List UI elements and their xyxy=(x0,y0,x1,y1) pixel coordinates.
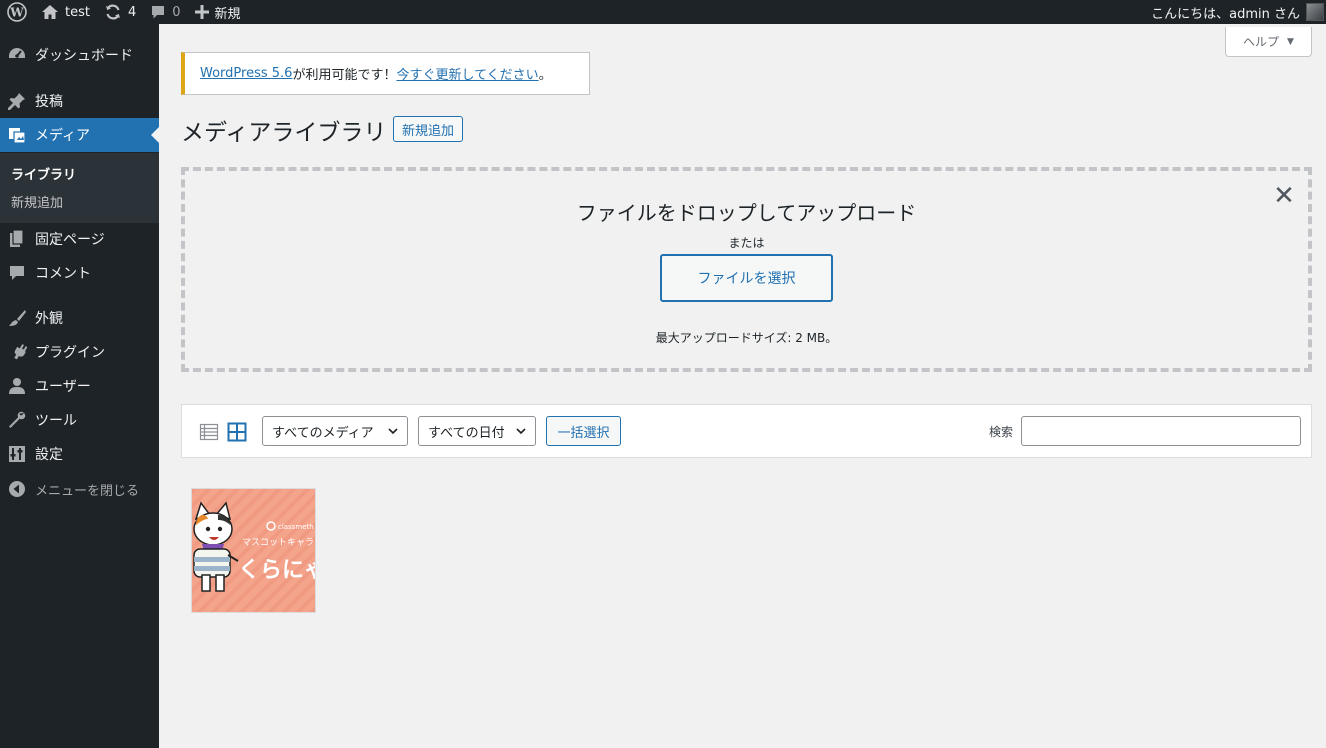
new-label: 新規 xyxy=(214,6,241,22)
user-icon xyxy=(7,376,27,396)
list-view-icon[interactable] xyxy=(199,422,219,442)
attachment-thumbnail[interactable]: classmeth マスコットキャラ くらにゃ xyxy=(191,488,316,613)
collapse-menu-button[interactable]: メニューを閉じる xyxy=(0,472,159,506)
search-label: 検索 xyxy=(989,425,1014,439)
chevron-down-icon xyxy=(388,428,398,435)
select-files-button[interactable]: ファイルを選択 xyxy=(660,254,833,302)
menu-label: ツール xyxy=(35,413,77,429)
wordpress-logo-menu[interactable]: W xyxy=(0,0,34,24)
menu-dashboard[interactable]: ダッシュボード xyxy=(0,38,159,72)
media-icon xyxy=(7,125,27,145)
plugin-icon xyxy=(7,342,27,362)
menu-appearance[interactable]: 外観 xyxy=(0,301,159,335)
menu-label: 設定 xyxy=(35,447,63,463)
site-name-menu[interactable]: test xyxy=(34,0,97,24)
menu-plugins[interactable]: プラグイン xyxy=(0,335,159,369)
greeting: こんにちは、admin さん xyxy=(1151,6,1300,22)
menu-tools[interactable]: ツール xyxy=(0,403,159,437)
max-upload-size: 最大アップロードサイズ: 2 MB。 xyxy=(655,331,838,345)
site-name: test xyxy=(65,4,90,20)
media-submenu: ライブラリ 新規追加 xyxy=(0,153,159,223)
update-notice: WordPress 5.6 が利用可能です！ 今すぐ更新してください 。 xyxy=(181,52,590,95)
wordpress-logo-icon: W xyxy=(7,2,27,22)
current-menu-arrow xyxy=(151,127,159,143)
plus-icon xyxy=(194,5,209,19)
menu-label: プラグイン xyxy=(35,345,105,361)
bulk-select-button[interactable]: 一括選択 xyxy=(546,416,621,446)
media-type-filter[interactable]: すべてのメディア xyxy=(262,416,408,446)
submenu-library[interactable]: ライブラリ xyxy=(11,164,76,183)
wordpress-version-link[interactable]: WordPress 5.6 xyxy=(200,66,292,81)
menu-posts[interactable]: 投稿 xyxy=(0,84,159,118)
banner-line2: くらにゃ xyxy=(238,558,316,583)
update-icon xyxy=(105,4,120,20)
grid-view-icon[interactable] xyxy=(227,422,247,442)
pin-icon xyxy=(7,91,27,111)
comment-icon xyxy=(7,263,27,283)
menu-label: メディア xyxy=(35,128,91,144)
upload-dropzone[interactable]: ✕ ファイルをドロップしてアップロード または ファイルを選択 最大アップロード… xyxy=(181,167,1312,372)
menu-label: ダッシュボード xyxy=(35,48,133,64)
updates-menu[interactable]: 4 xyxy=(97,0,143,24)
dashboard-icon xyxy=(7,45,27,65)
menu-settings[interactable]: 設定 xyxy=(0,437,159,471)
triangle-down-icon: ▼ xyxy=(1287,36,1294,47)
brand-text: classmeth xyxy=(278,523,314,531)
menu-pages[interactable]: 固定ページ xyxy=(0,222,159,256)
media-search-input[interactable] xyxy=(1021,416,1301,446)
page-title: メディアライブラリ xyxy=(181,120,387,146)
mascot-banner-image: classmeth マスコットキャラ くらにゃ xyxy=(192,489,316,612)
page-icon xyxy=(7,229,27,249)
menu-users[interactable]: ユーザー xyxy=(0,369,159,403)
menu-label: コメント xyxy=(35,266,91,282)
collapse-arrow-icon xyxy=(7,479,27,499)
notice-end: 。 xyxy=(538,68,552,83)
brush-icon xyxy=(7,308,27,328)
upload-or-text: または xyxy=(728,236,765,250)
wrench-icon xyxy=(7,410,27,430)
collapse-label: メニューを閉じる xyxy=(35,483,140,499)
comments-menu[interactable]: 0 xyxy=(143,0,187,24)
my-account-menu[interactable]: こんにちは、admin さん xyxy=(1151,0,1326,24)
menu-label: 投稿 xyxy=(35,94,63,110)
admin-sidebar: ダッシュボード 投稿 メディア ライブラリ 新規追加 固定ページ コメント 外観 xyxy=(0,24,159,748)
help-button[interactable]: ヘルプ ▼ xyxy=(1225,27,1312,57)
menu-label: 固定ページ xyxy=(35,232,105,248)
upload-instructions: ファイルをドロップしてアップロード xyxy=(576,201,917,225)
notice-text: が利用可能です！ xyxy=(292,68,397,83)
update-now-link[interactable]: 今すぐ更新してください xyxy=(396,64,538,83)
submenu-add-new[interactable]: 新規追加 xyxy=(11,192,63,211)
settings-icon xyxy=(7,444,27,464)
media-type-filter-value: すべてのメディア xyxy=(272,425,374,441)
date-filter[interactable]: すべての日付 xyxy=(418,416,536,446)
updates-count: 4 xyxy=(127,4,137,20)
banner-line1: マスコットキャラ xyxy=(242,537,314,548)
date-filter-value: すべての日付 xyxy=(428,425,505,441)
media-toolbar: すべてのメディア すべての日付 一括選択 検索 xyxy=(181,404,1312,458)
admin-bar: W test 4 0 新規 こんにちは、admin さん xyxy=(0,0,1326,24)
add-new-button[interactable]: 新規追加 xyxy=(393,116,463,142)
menu-label: ユーザー xyxy=(35,379,91,395)
avatar xyxy=(1306,3,1324,21)
menu-label: 外観 xyxy=(35,311,63,327)
menu-media[interactable]: メディア xyxy=(0,118,159,152)
comment-bubble-icon xyxy=(152,6,165,19)
help-label: ヘルプ xyxy=(1243,35,1280,49)
new-content-menu[interactable]: 新規 xyxy=(188,0,248,24)
chevron-down-icon xyxy=(516,428,526,435)
home-icon xyxy=(42,5,58,19)
comments-count: 0 xyxy=(172,4,181,20)
menu-comments[interactable]: コメント xyxy=(0,256,159,290)
svg-text:W: W xyxy=(9,6,24,20)
